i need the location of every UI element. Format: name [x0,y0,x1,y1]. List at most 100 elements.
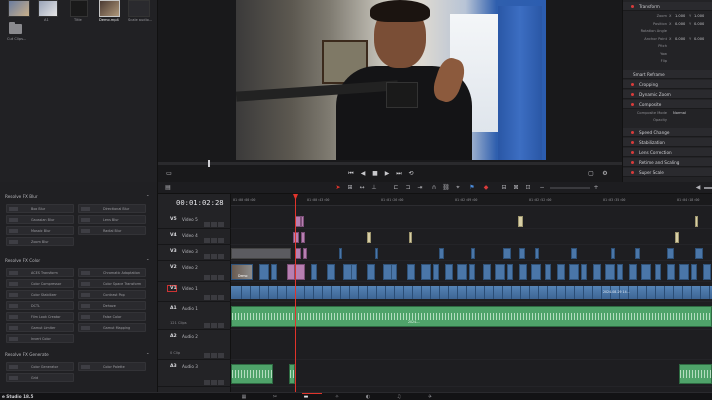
video-clip[interactable] [445,264,453,280]
y-value-field[interactable]: 0.000 [694,22,704,26]
video-clip[interactable] [231,248,291,259]
opacity-row[interactable]: Opacity [623,118,712,124]
video-clip[interactable] [469,264,475,280]
video-clip[interactable] [518,216,523,227]
zoom-custom-icon[interactable]: ⊡ [524,184,532,192]
video-1-clips[interactable]: 2024-08-29 14... [231,286,712,299]
video-clip[interactable] [327,264,335,280]
playhead[interactable] [295,194,296,392]
inspector-section-transform[interactable]: Transform [623,2,712,11]
video-clip[interactable] [287,264,295,280]
track-lane-a2[interactable] [231,331,712,360]
audio-3-clip[interactable] [231,364,273,384]
video-clip[interactable] [691,264,697,280]
video-clip[interactable] [605,264,615,280]
audio-1-clips[interactable]: 2024-... [231,306,712,327]
inspector-section-smart-reframe[interactable]: Smart Reframe [623,70,712,79]
video-frame[interactable] [236,0,546,160]
video-clip[interactable] [531,264,541,280]
video-clip[interactable] [457,264,467,280]
effect-item[interactable]: Lens Blur [78,215,146,224]
effect-item[interactable]: Gamut Mapping [78,323,146,332]
stop-icon[interactable]: ■ [370,169,380,179]
video-clip[interactable]: Demo [231,264,253,280]
track-toggle-button[interactable] [204,295,210,300]
effect-item[interactable]: Color Palette [78,362,146,371]
blade-tool-icon[interactable]: ⊥ [370,184,378,192]
trim-tool-icon[interactable]: ⊞ [346,184,354,192]
video-clip[interactable] [367,232,371,243]
video-clip[interactable] [483,264,491,280]
track-toggle-button[interactable] [211,238,217,243]
settings-icon[interactable]: ⚙ [600,169,610,179]
media-thumb-0[interactable] [8,0,30,17]
video-clip[interactable] [667,248,674,259]
media-thumb-4[interactable] [128,0,150,17]
zoom-full-icon[interactable]: ⊟ [500,184,508,192]
effect-item[interactable]: Color Compressor [6,279,74,288]
track-toggle-button[interactable] [204,380,210,385]
track-toggle-button[interactable] [204,222,210,227]
dynamic-trim-icon[interactable]: ↔ [358,184,366,192]
track-header-v3[interactable]: V3 Video 3 [158,246,231,261]
video-clip[interactable] [507,264,513,280]
track-toggle-button[interactable] [218,275,224,280]
video-clip[interactable] [407,264,415,280]
video-clip[interactable] [611,248,615,259]
video-clip[interactable] [303,248,307,259]
transform-row[interactable]: Yaw [623,52,712,58]
media-thumb-2[interactable] [70,0,88,17]
track-toggle-button[interactable] [211,380,217,385]
effects-group-title[interactable]: Resolve FX Color [5,258,40,263]
video-clip[interactable] [391,264,397,280]
insert-clip-icon[interactable]: ⊏ [392,184,400,192]
video-clip[interactable] [295,264,305,280]
audio-3-clip[interactable] [679,364,712,384]
effect-item[interactable]: Gamut Limiter [6,323,74,332]
effect-item[interactable]: ACES Transform [6,268,74,277]
video-clip[interactable] [433,264,439,280]
x-value-field[interactable]: 0.000 [675,22,685,26]
enable-dot-icon[interactable] [631,151,634,154]
video-clip[interactable] [301,216,304,227]
inspector-section-stabilization[interactable]: Stabilization [623,138,712,147]
fullscreen-icon[interactable]: ▢ [586,169,596,179]
track-header-v2[interactable]: V2 Video 2 [158,262,231,282]
video-clip[interactable] [471,248,475,259]
track-header-v5[interactable]: V5 Video 5 [158,214,231,229]
effect-item[interactable]: Radial Blur [78,226,146,235]
enable-dot-icon[interactable] [631,103,634,106]
track-toggle-button[interactable] [211,353,217,358]
speaker-icon[interactable]: ◀ [694,184,702,192]
effect-item[interactable]: Color Stabilizer [6,290,74,299]
enable-dot-icon[interactable] [631,93,634,96]
track-name[interactable]: Video 4 [182,233,198,238]
transform-row[interactable]: Zoom X 1.000 Y 1.000 [623,14,712,20]
zoom-slider[interactable] [550,187,590,189]
video-clip[interactable] [571,248,577,259]
video-clip[interactable] [519,248,525,259]
media-icon[interactable]: ▦ [240,394,248,400]
enable-dot-icon[interactable] [631,5,634,8]
video-clip[interactable] [503,248,511,259]
media-thumb-1[interactable] [38,0,58,17]
transform-row[interactable]: Anchor Point X 0.000 Y 0.000 [623,37,712,43]
video-clip[interactable] [293,232,299,243]
video-clip[interactable] [301,232,305,243]
transform-row[interactable]: Rotation Angle [623,29,712,35]
video-clip[interactable] [695,248,703,259]
effect-item[interactable]: Zoom Blur [6,237,74,246]
fairlight-icon[interactable]: ♫ [395,394,403,400]
skip-start-icon[interactable]: ⏮ [346,169,356,179]
position-lock-icon[interactable]: ⌖ [454,184,462,192]
video-clip[interactable] [703,264,711,280]
fusion-icon[interactable]: ✧ [333,394,341,400]
inspector-section-speed-change[interactable]: Speed Change [623,128,712,137]
track-lane-a3[interactable] [231,361,712,387]
transform-row[interactable]: Position X 0.000 Y 0.000 [623,22,712,28]
track-header-v4[interactable]: V4 Video 4 [158,230,231,245]
marker-icon[interactable]: ◆ [482,184,490,192]
track-name[interactable]: Video 1 [182,286,198,291]
track-toggle-button[interactable] [211,254,217,259]
linked-selection-icon[interactable]: ⛓ [442,184,450,192]
